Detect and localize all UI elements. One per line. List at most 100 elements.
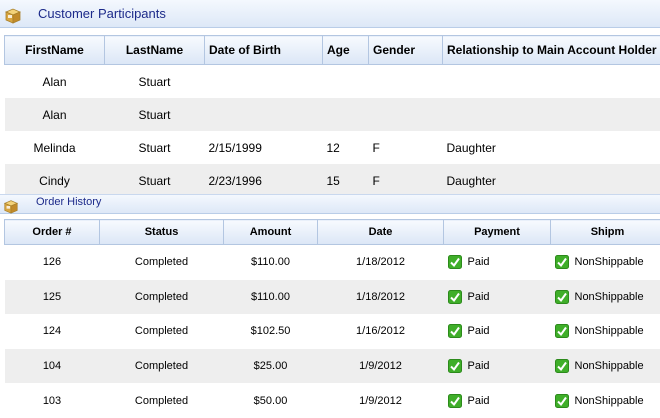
- cell-relationship: [443, 98, 660, 131]
- check-icon: [555, 255, 569, 269]
- cell-shipment: NonShippable: [551, 314, 660, 349]
- cell-amount: $102.50: [224, 314, 318, 349]
- cell-lastname: Stuart: [105, 164, 205, 197]
- payment-status-label: Paid: [468, 395, 490, 407]
- cell-gender: [369, 65, 443, 99]
- table-row[interactable]: 103 Completed $50.00 1/9/2012 Paid NonSh…: [5, 383, 660, 418]
- col-firstname[interactable]: FirstName: [5, 36, 105, 65]
- cell-shipment: NonShippable: [551, 383, 660, 418]
- customer-table-header: FirstName LastName Date of Birth Age Gen…: [5, 36, 660, 65]
- cell-date: 1/18/2012: [318, 280, 444, 315]
- customer-panel-header: Customer Participants: [0, 0, 660, 28]
- cell-status: Completed: [100, 245, 224, 280]
- col-date[interactable]: Date: [318, 220, 444, 245]
- shipment-status-label: NonShippable: [575, 395, 644, 407]
- table-row[interactable]: Alan Stuart: [5, 98, 660, 131]
- check-icon: [555, 324, 569, 338]
- col-age[interactable]: Age: [323, 36, 369, 65]
- cell-firstname: Alan: [5, 98, 105, 131]
- box-icon: [4, 6, 22, 24]
- col-amount[interactable]: Amount: [224, 220, 318, 245]
- customer-participants-table: FirstName LastName Date of Birth Age Gen…: [4, 35, 660, 197]
- cell-age: 12: [323, 131, 369, 164]
- table-row[interactable]: Cindy Stuart 2/23/1996 15 F Daughter: [5, 164, 660, 197]
- cell-shipment: NonShippable: [551, 349, 660, 384]
- cell-dob: 2/15/1999: [205, 131, 323, 164]
- cell-amount: $110.00: [224, 245, 318, 280]
- table-row[interactable]: Melinda Stuart 2/15/1999 12 F Daughter: [5, 131, 660, 164]
- table-row[interactable]: 126 Completed $110.00 1/18/2012 Paid Non…: [5, 245, 660, 280]
- table-row[interactable]: 104 Completed $25.00 1/9/2012 Paid NonSh…: [5, 349, 660, 384]
- col-date-of-birth[interactable]: Date of Birth: [205, 36, 323, 65]
- order-panel-header: Order History: [0, 194, 660, 214]
- order-table-header: Order # Status Amount Date Payment Shipm: [5, 220, 660, 245]
- table-row[interactable]: Alan Stuart: [5, 65, 660, 99]
- cell-amount: $25.00: [224, 349, 318, 384]
- table-row[interactable]: 124 Completed $102.50 1/16/2012 Paid Non…: [5, 314, 660, 349]
- cell-relationship: Daughter: [443, 164, 660, 197]
- check-icon: [555, 290, 569, 304]
- cell-age: [323, 98, 369, 131]
- cell-order-number: 126: [5, 245, 100, 280]
- col-order-number[interactable]: Order #: [5, 220, 100, 245]
- check-icon: [448, 324, 462, 338]
- cell-payment: Paid: [444, 383, 551, 418]
- cell-date: 1/9/2012: [318, 349, 444, 384]
- cell-order-number: 104: [5, 349, 100, 384]
- cell-order-number: 124: [5, 314, 100, 349]
- cell-status: Completed: [100, 383, 224, 418]
- cell-payment: Paid: [444, 314, 551, 349]
- box-icon: [3, 198, 19, 214]
- cell-lastname: Stuart: [105, 98, 205, 131]
- shipment-status-label: NonShippable: [575, 325, 644, 337]
- cell-status: Completed: [100, 280, 224, 315]
- cell-firstname: Cindy: [5, 164, 105, 197]
- cell-date: 1/18/2012: [318, 245, 444, 280]
- payment-status-label: Paid: [468, 291, 490, 303]
- cell-order-number: 125: [5, 280, 100, 315]
- cell-age: [323, 65, 369, 99]
- cell-date: 1/9/2012: [318, 383, 444, 418]
- col-relationship[interactable]: Relationship to Main Account Holder: [443, 36, 660, 65]
- cell-lastname: Stuart: [105, 131, 205, 164]
- shipment-status-label: NonShippable: [575, 291, 644, 303]
- col-shipment[interactable]: Shipm: [551, 220, 660, 245]
- check-icon: [448, 255, 462, 269]
- cell-relationship: [443, 65, 660, 99]
- cell-dob: 2/23/1996: [205, 164, 323, 197]
- order-panel-title: Order History: [36, 196, 101, 208]
- cell-relationship: Daughter: [443, 131, 660, 164]
- payment-status-label: Paid: [468, 256, 490, 268]
- cell-status: Completed: [100, 314, 224, 349]
- check-icon: [555, 394, 569, 408]
- table-row[interactable]: 125 Completed $110.00 1/18/2012 Paid Non…: [5, 280, 660, 315]
- cell-payment: Paid: [444, 349, 551, 384]
- cell-date: 1/16/2012: [318, 314, 444, 349]
- cell-age: 15: [323, 164, 369, 197]
- cell-dob: [205, 65, 323, 99]
- col-status[interactable]: Status: [100, 220, 224, 245]
- check-icon: [448, 359, 462, 373]
- order-history-table: Order # Status Amount Date Payment Shipm…: [4, 219, 660, 418]
- cell-amount: $50.00: [224, 383, 318, 418]
- shipment-status-label: NonShippable: [575, 360, 644, 372]
- cell-shipment: NonShippable: [551, 245, 660, 280]
- customer-panel-title: Customer Participants: [38, 6, 166, 21]
- cell-amount: $110.00: [224, 280, 318, 315]
- cell-shipment: NonShippable: [551, 280, 660, 315]
- cell-lastname: Stuart: [105, 65, 205, 99]
- col-payment[interactable]: Payment: [444, 220, 551, 245]
- col-lastname[interactable]: LastName: [105, 36, 205, 65]
- shipment-status-label: NonShippable: [575, 256, 644, 268]
- cell-gender: [369, 98, 443, 131]
- col-gender[interactable]: Gender: [369, 36, 443, 65]
- cell-order-number: 103: [5, 383, 100, 418]
- cell-firstname: Alan: [5, 65, 105, 99]
- check-icon: [448, 290, 462, 304]
- cell-payment: Paid: [444, 245, 551, 280]
- cell-gender: F: [369, 131, 443, 164]
- cell-payment: Paid: [444, 280, 551, 315]
- check-icon: [448, 394, 462, 408]
- payment-status-label: Paid: [468, 325, 490, 337]
- cell-gender: F: [369, 164, 443, 197]
